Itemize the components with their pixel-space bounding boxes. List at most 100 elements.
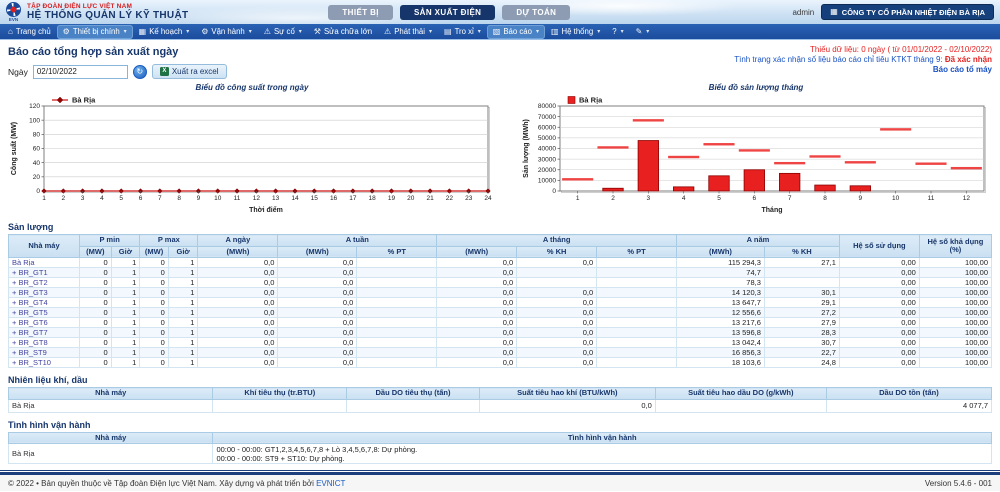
table-cell <box>596 317 678 328</box>
table-cell: 100,00 <box>918 327 993 338</box>
svg-text:120: 120 <box>29 103 40 110</box>
nav-item-bao-cao[interactable]: ▧ Báo cáo ▾ <box>486 24 545 39</box>
table-cell <box>596 297 678 308</box>
column-header: Khí tiêu thụ (tr.BTU) <box>212 387 348 400</box>
nav-item-van-hanh[interactable]: ⚙ Vận hành ▾ <box>195 25 258 39</box>
table-cell: 0,00 <box>838 317 920 328</box>
column-subheader: (MW) <box>139 245 169 258</box>
plant-link[interactable]: Bà Rịa <box>7 257 81 268</box>
module-button-du-toan[interactable]: DỰ TOÁN <box>502 4 571 20</box>
monthly-production-chart-title: Biểu đồ sản lượng tháng <box>708 83 804 92</box>
table-cell: 0,0 <box>516 347 598 358</box>
svg-text:5: 5 <box>119 195 123 202</box>
date-input[interactable] <box>32 64 128 79</box>
table-row: + BR_ST10 0 1 0 1 0,0 0,0 0,0 0,0 18 103,6 24,8 0,0… <box>7 357 993 368</box>
table-cell: 0,0 <box>277 317 358 328</box>
svg-text:1: 1 <box>576 195 580 202</box>
table-cell: 0 <box>139 277 169 288</box>
evnict-link[interactable]: EVNICT <box>316 479 345 488</box>
daily-power-chart-title: Biểu đồ công suất trong ngày <box>195 83 309 92</box>
company-button[interactable]: ▦ CÔNG TY CỔ PHẦN NHIỆT ĐIỆN BÀ RỊA <box>821 4 994 20</box>
table-cell: 27,1 <box>763 257 840 268</box>
table-cell: 0 <box>79 327 112 338</box>
table-cell: 0,0 <box>436 267 518 278</box>
chevron-down-icon: ▾ <box>597 29 601 35</box>
nav-item-su-co[interactable]: ⚠ Sự cố ▾ <box>258 25 308 39</box>
export-excel-button[interactable]: X Xuất ra excel <box>151 64 227 79</box>
building-icon: ▦ <box>830 7 838 16</box>
table-cell: Bà Rịa <box>7 443 214 464</box>
fuel-table: Nhà máy Khí tiêu thụ (tr.BTU) Dầu DO tiêu … <box>7 387 993 413</box>
table-cell <box>596 327 678 338</box>
table-cell: 0 <box>79 337 112 348</box>
svg-text:Sản lượng (MWh): Sản lượng (MWh) <box>523 119 530 178</box>
chevron-down-icon: ▾ <box>535 29 539 35</box>
production-table: Nhà máy P min P max A ngày A tuần A tháng A nă… <box>7 234 993 368</box>
module-button-thiet-bi[interactable]: THIẾT BỊ <box>328 4 393 20</box>
plant-link[interactable]: + BR_GT7 <box>7 327 81 338</box>
nav-item-he-thong[interactable]: ▥ Hệ thống ▾ <box>545 25 606 39</box>
nav-item-trang-chu[interactable]: ⌂ Trang chủ <box>2 25 57 39</box>
table-cell <box>596 287 678 298</box>
column-header: Nhà máy <box>7 431 214 444</box>
table-cell: 1 <box>167 277 199 288</box>
svg-text:24: 24 <box>484 195 492 202</box>
svg-text:12: 12 <box>253 195 261 202</box>
module-button-san-xuat-dien[interactable]: SẢN XUẤT ĐIỆN <box>399 4 496 20</box>
operation-detail: 00:00 - 00:00: GT1,2,3,4,5,6,7,8 + Lò 3,… <box>212 443 992 464</box>
svg-text:20: 20 <box>33 174 41 181</box>
table-cell: 0 <box>79 257 112 268</box>
content: Báo cáo tổng hợp sản xuất ngày Ngày ↻ X … <box>0 40 1000 464</box>
plant-link[interactable]: + BR_GT6 <box>7 317 81 328</box>
column-header: Suất tiêu hao dầu DO (g/kWh) <box>654 387 827 400</box>
table-cell: 13 596,8 <box>676 327 765 338</box>
nav-item-edit[interactable]: ✎ ▾ <box>630 25 656 39</box>
nav-item-sua-chua-lon[interactable]: ⚒ Sửa chữa lớn <box>308 25 378 39</box>
table-cell: 0,0 <box>478 398 656 413</box>
table-cell: 0,0 <box>197 317 279 328</box>
daily-power-chart-box: Biểu đồ công suất trong ngày 0 20 40 60 80 10… <box>8 83 496 215</box>
nav-item-phat-thai[interactable]: ⚠ Phát thải ▾ <box>378 25 438 39</box>
wrench-icon: ⚒ <box>313 26 321 36</box>
table-cell <box>356 307 438 318</box>
monthly-production-chart: 0 10000 20000 30000 40000 50000 60000 70000 8000… <box>523 96 986 214</box>
plant-link[interactable]: + BR_GT8 <box>7 337 81 348</box>
table-cell: 1 <box>110 337 141 348</box>
nav-item-help[interactable]: ? ▾ <box>606 25 629 39</box>
plant-link[interactable]: + BR_GT4 <box>7 297 81 308</box>
table-cell <box>596 267 678 278</box>
nav-item-ke-hoach[interactable]: ▦ Kế hoạch ▾ <box>133 25 196 39</box>
column-header: P min <box>79 234 141 247</box>
table-cell: 0,0 <box>277 327 358 338</box>
confirm-status-line: Tình trạng xác nhận số liệu báo cáo chỉ … <box>734 55 992 64</box>
table-cell: 0,0 <box>277 257 358 268</box>
company-button-label: CÔNG TY CỔ PHẦN NHIỆT ĐIỆN BÀ RỊA <box>841 7 985 17</box>
plant-link[interactable]: + BR_GT1 <box>7 267 81 278</box>
table-cell: 0,0 <box>277 277 358 288</box>
svg-text:Tháng: Tháng <box>762 207 783 214</box>
chevron-down-icon: ▾ <box>186 29 190 35</box>
svg-text:3: 3 <box>647 195 651 202</box>
plant-link[interactable]: + BR_ST9 <box>7 347 81 358</box>
svg-text:19: 19 <box>388 195 396 202</box>
nav-item-thiet-bi-chinh[interactable]: ⚙ Thiết bị chính ▾ <box>56 24 133 39</box>
table-cell: 16 856,3 <box>676 347 765 358</box>
table-cell: 1 <box>167 307 199 318</box>
table-cell: 1 <box>110 317 141 328</box>
plant-link[interactable]: + BR_GT5 <box>7 307 81 318</box>
chevron-down-icon: ▾ <box>646 29 650 35</box>
table-cell: 0 <box>79 347 112 358</box>
plant-link[interactable]: + BR_ST10 <box>7 357 81 368</box>
nav-item-tro-xi[interactable]: ▤ Tro xỉ ▾ <box>438 25 487 39</box>
system-name: HỆ THỐNG QUẢN LÝ KỸ THUẬT <box>27 9 189 21</box>
unit-report-link[interactable]: Báo cáo tổ máy <box>933 65 992 75</box>
plant-link[interactable]: + BR_GT3 <box>7 287 81 298</box>
refresh-button[interactable]: ↻ <box>132 64 147 79</box>
table-cell: 4 077,7 <box>825 398 993 413</box>
column-subheader: % KH <box>516 245 598 258</box>
plant-link[interactable]: + BR_GT2 <box>7 277 81 288</box>
table-cell: 0,00 <box>838 267 920 278</box>
table-cell: 0,0 <box>516 307 598 318</box>
table-cell: 0,0 <box>516 287 598 298</box>
table-cell: 100,00 <box>918 357 993 368</box>
